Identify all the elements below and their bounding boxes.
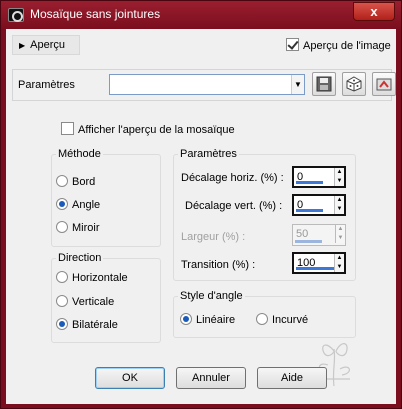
method-option-mirror[interactable]: Miroir	[56, 221, 100, 234]
reset-button[interactable]	[372, 72, 396, 96]
direction-option-label: Verticale	[72, 296, 115, 308]
randomize-button[interactable]	[342, 72, 366, 96]
save-preset-button[interactable]	[312, 72, 336, 96]
settings-group-title: Paramètres	[178, 148, 239, 160]
close-button[interactable]: x	[353, 2, 395, 21]
direction-group: Direction Horizontale Verticale Bilatéra…	[51, 252, 161, 343]
method-option-label: Miroir	[72, 222, 100, 234]
radio-selected-icon[interactable]	[56, 318, 68, 330]
radio-icon[interactable]	[56, 295, 68, 307]
h-offset-label: Décalage horiz. (%) :	[181, 172, 284, 184]
image-preview-check-icon[interactable]	[286, 38, 299, 51]
method-option-corner[interactable]: Angle	[56, 198, 100, 211]
width-slider-bar	[295, 240, 322, 243]
direction-option-vertical[interactable]: Verticale	[56, 295, 114, 308]
direction-option-horizontal[interactable]: Horizontale	[56, 271, 128, 284]
width-value: 50	[296, 228, 309, 240]
tile-preview-label: Afficher l'aperçu de la mosaïque	[78, 124, 235, 136]
spin-arrows-icon[interactable]: ▲ ▼	[334, 168, 344, 186]
h-offset-stepper[interactable]: 0 ▲ ▼	[292, 166, 346, 188]
radio-selected-icon[interactable]	[180, 313, 192, 325]
title-bar: Mosaïque sans jointures x	[1, 1, 401, 29]
settings-group: Paramètres Décalage horiz. (%) : 0 ▲ ▼ Dé…	[173, 148, 356, 281]
method-group-title: Méthode	[56, 148, 103, 160]
v-offset-slider-bar[interactable]	[296, 209, 323, 212]
preset-combobox[interactable]: ▼	[109, 74, 305, 95]
direction-option-bilateral[interactable]: Bilatérale	[56, 318, 118, 331]
help-button[interactable]: Aide	[257, 367, 327, 389]
direction-option-label: Bilatérale	[72, 319, 118, 331]
radio-selected-icon[interactable]	[56, 198, 68, 210]
h-offset-slider-bar[interactable]	[296, 181, 323, 184]
corner-option-label: Incurvé	[272, 314, 309, 326]
dialog-body: ▶ Aperçu Aperçu de l'image Paramètres ▼	[6, 29, 396, 404]
chevron-down-icon[interactable]: ▼	[291, 75, 304, 94]
floppy-disk-icon	[316, 76, 332, 92]
preview-toggle-button[interactable]: ▶ Aperçu	[12, 35, 80, 55]
reset-icon	[376, 78, 392, 91]
direction-group-title: Direction	[56, 252, 104, 264]
radio-icon[interactable]	[256, 313, 268, 325]
method-option-label: Angle	[72, 199, 101, 211]
width-label: Largeur (%) :	[181, 231, 246, 243]
method-option-label: Bord	[72, 176, 96, 188]
dice-icon	[346, 76, 362, 92]
tile-preview-checkbox[interactable]: Afficher l'aperçu de la mosaïque	[61, 122, 235, 136]
radio-icon[interactable]	[56, 271, 68, 283]
dialog-window: Mosaïque sans jointures x ▶ Aperçu Aperçu…	[0, 0, 402, 409]
v-offset-stepper[interactable]: 0 ▲ ▼	[292, 194, 346, 216]
corner-option-curved[interactable]: Incurvé	[256, 313, 308, 326]
transition-stepper[interactable]: 100 ▲ ▼	[292, 252, 346, 274]
method-option-edge[interactable]: Bord	[56, 175, 95, 188]
spin-arrows-icon[interactable]: ▲ ▼	[334, 254, 344, 272]
preset-row: Paramètres ▼	[12, 69, 396, 101]
transition-label: Transition (%) :	[181, 259, 256, 271]
radio-icon[interactable]	[56, 221, 68, 233]
spin-arrows-icon[interactable]: ▲ ▼	[334, 196, 344, 214]
window-title: Mosaïque sans jointures	[30, 7, 161, 21]
method-group: Méthode Bord Angle Miroir	[51, 148, 161, 247]
preset-label: Paramètres	[18, 79, 75, 91]
width-stepper: 50 ▲ ▼	[292, 224, 346, 246]
app-icon	[8, 8, 24, 22]
corner-option-label: Linéaire	[196, 314, 236, 326]
corner-option-linear[interactable]: Linéaire	[180, 313, 235, 326]
preview-bar: ▶ Aperçu Aperçu de l'image	[6, 29, 396, 61]
preview-toggle-label: Aperçu	[30, 39, 66, 51]
corner-style-group-title: Style d'angle	[178, 290, 245, 302]
tile-preview-check-icon[interactable]	[61, 122, 74, 135]
ok-button[interactable]: OK	[95, 367, 165, 389]
spin-arrows-icon: ▲ ▼	[335, 225, 345, 243]
image-preview-label: Aperçu de l'image	[303, 40, 391, 52]
cancel-button[interactable]: Annuler	[176, 367, 246, 389]
v-offset-label: Décalage vert. (%) :	[185, 200, 283, 212]
radio-icon[interactable]	[56, 175, 68, 187]
direction-option-label: Horizontale	[72, 272, 128, 284]
image-preview-checkbox[interactable]: Aperçu de l'image	[286, 38, 391, 52]
expand-arrow-icon: ▶	[19, 41, 26, 50]
